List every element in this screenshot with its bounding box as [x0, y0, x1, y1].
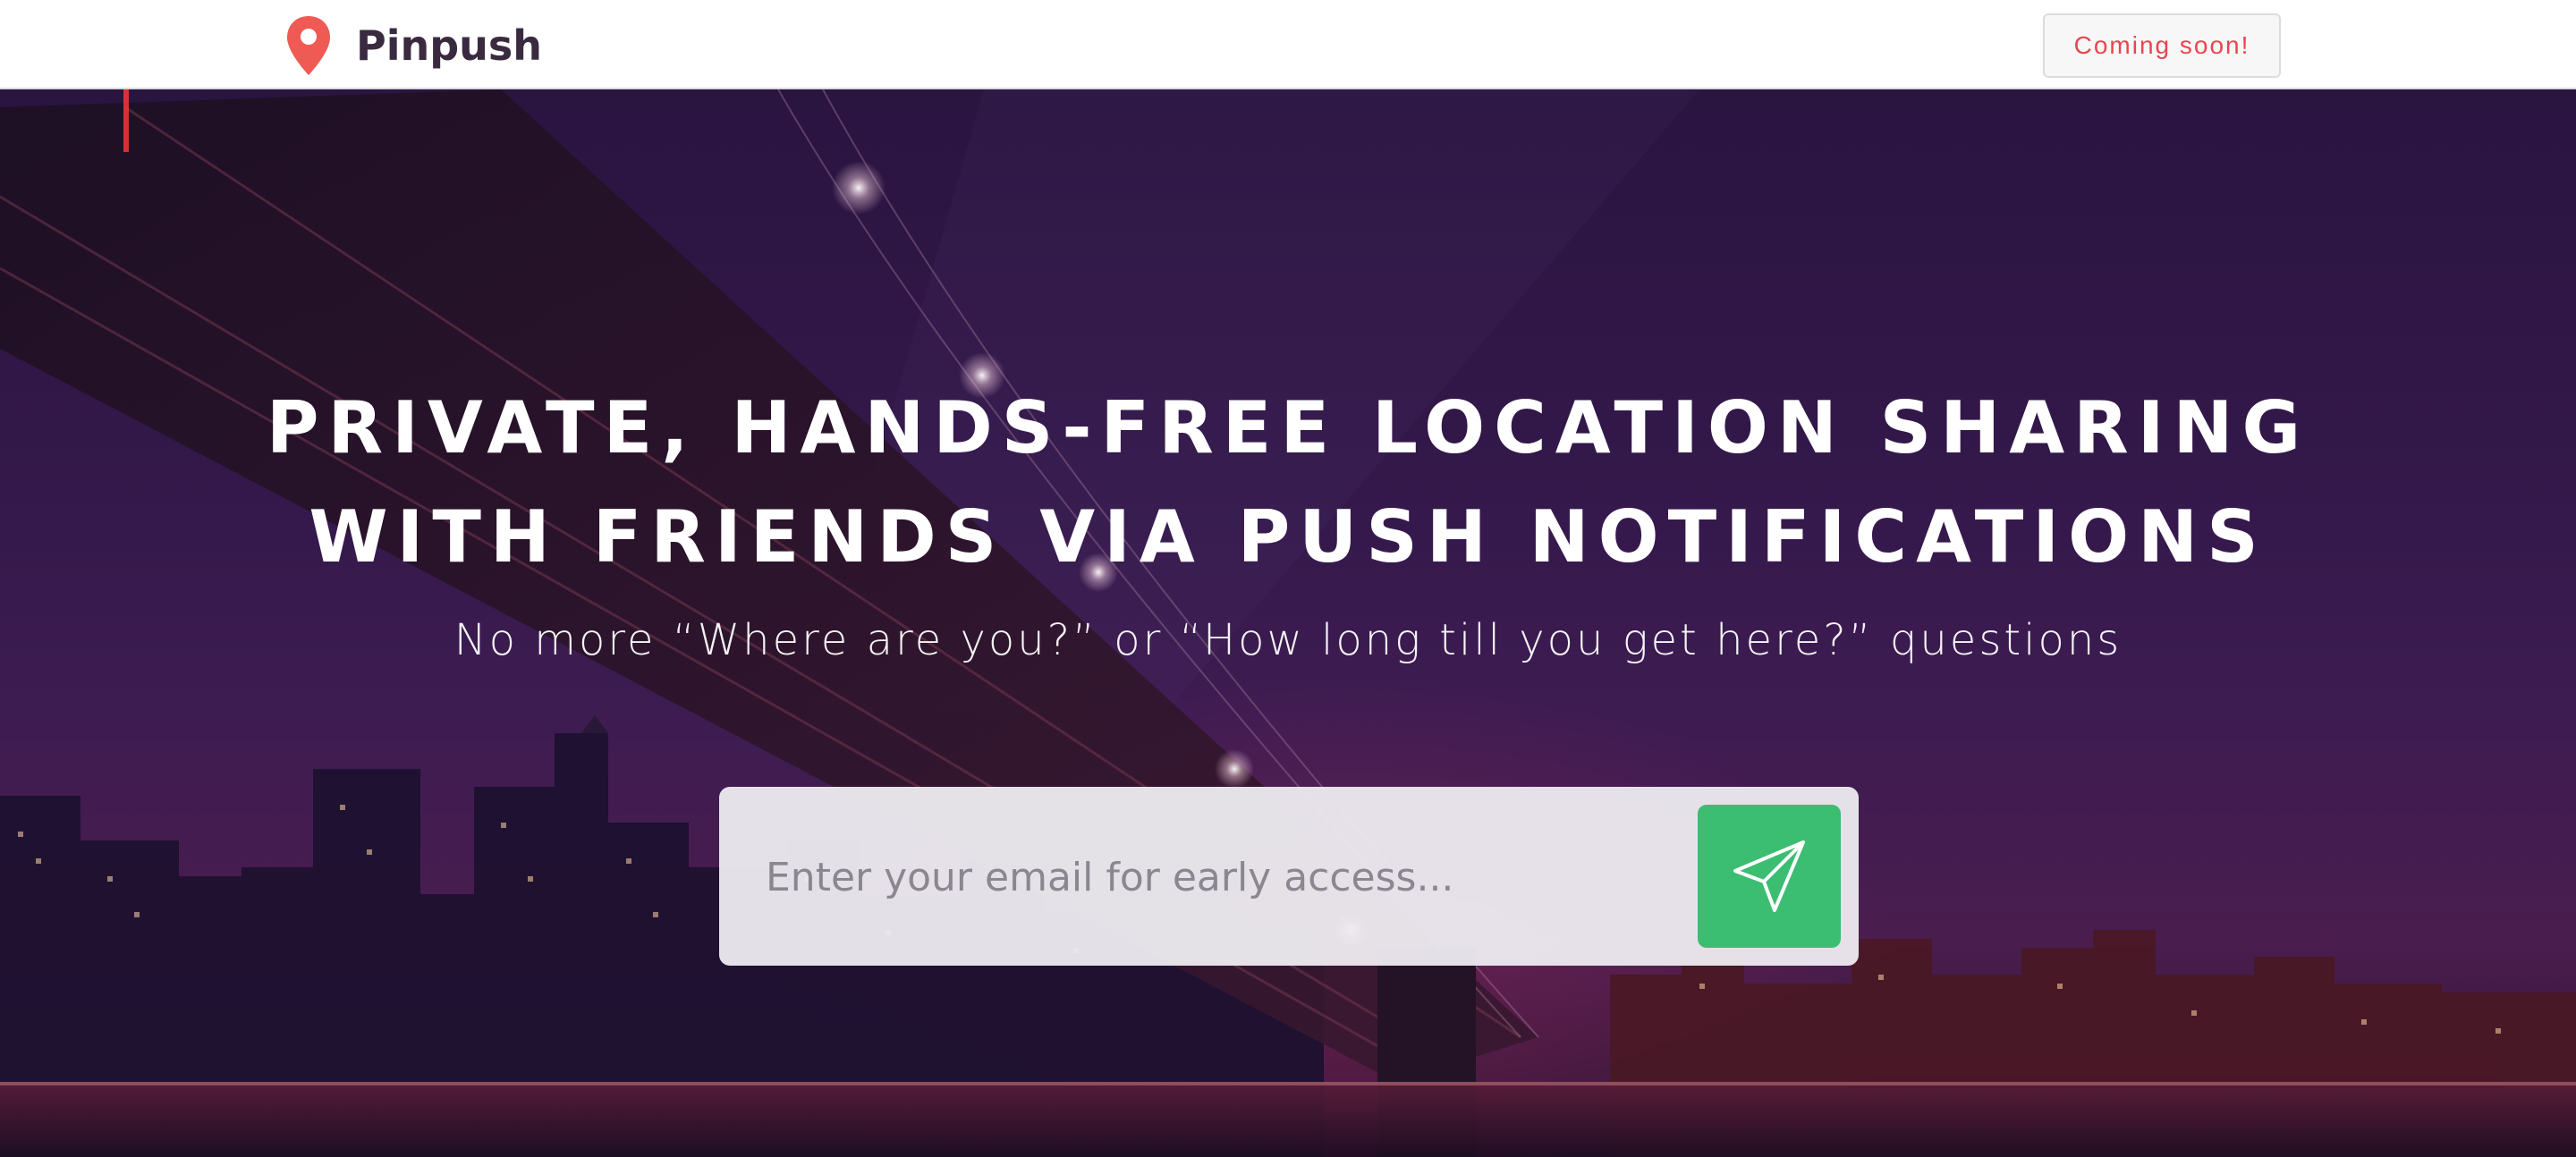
- brand[interactable]: Pinpush: [284, 14, 542, 77]
- hero-headline-line-2: WITH FRIENDS VIA PUSH NOTIFICATIONS: [309, 495, 2267, 578]
- early-access-form: [719, 787, 1859, 966]
- hero-section: PRIVATE, HANDS-FREE LOCATION SHARING WIT…: [0, 89, 2576, 1157]
- top-nav: Pinpush Coming soon!: [0, 0, 2576, 89]
- submit-email-button[interactable]: [1698, 805, 1841, 948]
- email-input[interactable]: [764, 823, 1662, 932]
- map-pin-icon: [287, 16, 330, 75]
- hero-headline: PRIVATE, HANDS-FREE LOCATION SHARING WIT…: [0, 374, 2576, 592]
- hero-subheadline: No more “Where are you?” or “How long ti…: [453, 615, 2123, 665]
- brand-name: Pinpush: [356, 21, 543, 70]
- coming-soon-button[interactable]: Coming soon!: [2043, 13, 2281, 78]
- hero-headline-line-1: PRIVATE, HANDS-FREE LOCATION SHARING: [266, 386, 2310, 469]
- paper-plane-icon: [1733, 840, 1805, 912]
